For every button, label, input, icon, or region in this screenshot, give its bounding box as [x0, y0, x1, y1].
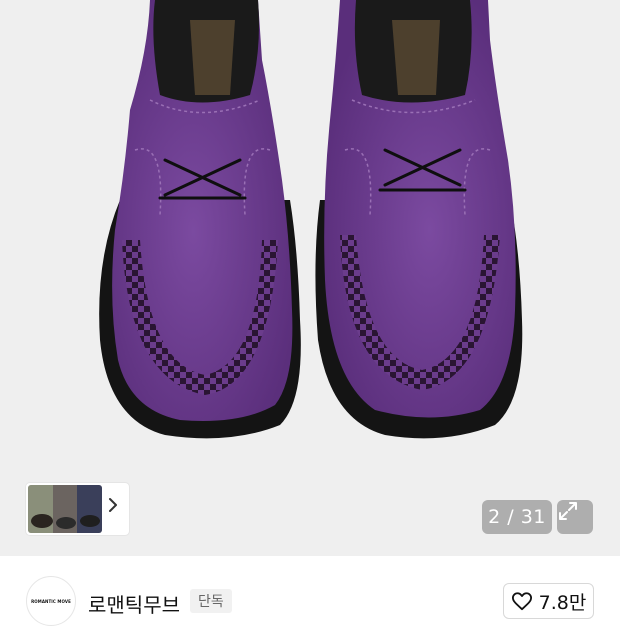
image-counter: 2 / 31 — [482, 500, 552, 534]
brand-name[interactable]: 로맨틱무브 — [88, 589, 180, 618]
thumbnail-image[interactable] — [28, 485, 102, 533]
right-shoe — [315, 0, 523, 439]
thumbnail-strip[interactable] — [26, 483, 129, 535]
brand-logo[interactable]: ROMANTIC MOVE — [26, 576, 76, 626]
brand-logo-text: ROMANTIC MOVE — [31, 598, 71, 604]
exclusive-badge: 단독 — [190, 589, 232, 613]
heart-icon — [511, 592, 532, 611]
brand-bar: ROMANTIC MOVE 로맨틱무브 단독 7.8만 — [0, 556, 620, 626]
chevron-right-icon[interactable] — [108, 497, 124, 521]
expand-icon — [559, 502, 577, 520]
expand-button[interactable] — [557, 500, 593, 534]
like-button[interactable]: 7.8만 — [503, 583, 594, 619]
product-photo — [99, 0, 523, 439]
left-shoe — [99, 0, 301, 439]
like-count: 7.8만 — [538, 591, 587, 614]
product-image-area[interactable]: 2 / 31 — [0, 0, 620, 556]
